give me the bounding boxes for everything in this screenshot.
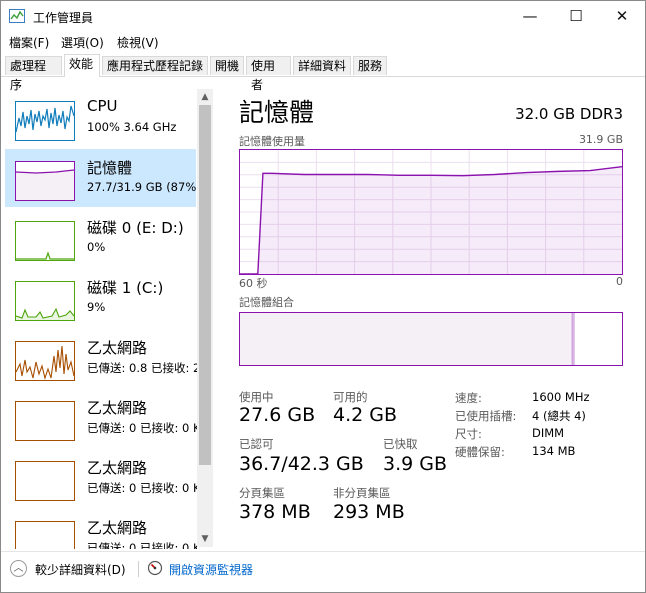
time-axis-end: 0 [616, 275, 623, 288]
committed-label: 已認可 [239, 437, 274, 451]
cached-label: 已快取 [383, 437, 418, 451]
sidebar-item-cpu[interactable]: CPU 100% 3.64 GHz [5, 89, 196, 147]
tab-users[interactable]: 使用者 [246, 56, 291, 92]
usage-graph-max: 31.9 GB [578, 133, 623, 146]
memory-usage-area [240, 166, 622, 274]
task-manager-icon [9, 9, 25, 23]
sidebar-item-disk-1[interactable]: 磁碟 1 (C:) 9% [5, 269, 196, 327]
memory-spec: 32.0 GB DDR3 [515, 105, 623, 123]
tab-services[interactable]: 服務 [353, 56, 387, 75]
cpu-thumbnail-graph [15, 101, 75, 141]
speed-value: 1600 MHz [532, 390, 590, 404]
chevron-up-icon[interactable]: ︿ [10, 560, 27, 577]
scroll-up-arrow-icon[interactable]: ▲ [197, 89, 213, 105]
sidebar-item-memory[interactable]: 記憶體 27.7/31.9 GB (87%) [5, 149, 197, 207]
resource-monitor-icon [147, 560, 163, 576]
sidebar-item-label: 乙太網路 [87, 519, 148, 537]
sidebar-item-detail: 已傳送: 0 已接收: 0 K [87, 541, 197, 549]
paged-pool-label: 分頁集區 [239, 486, 285, 500]
disk-thumbnail-graph [15, 221, 75, 261]
sidebar-item-label: 磁碟 0 (E: D:) [87, 219, 184, 237]
disk-thumbnail-graph [15, 281, 75, 321]
hardware-reserved-value: 134 MB [532, 444, 576, 458]
tab-app-history[interactable]: 應用程式歷程記錄 [102, 56, 208, 75]
available-value: 4.2 GB [333, 404, 398, 426]
sidebar-item-label: 乙太網路 [87, 459, 148, 477]
scroll-down-arrow-icon[interactable]: ▼ [197, 531, 213, 547]
page-title: 記憶體 [239, 98, 315, 127]
form-factor-value: DIMM [532, 426, 565, 440]
slots-value: 4 (總共 4) [532, 409, 586, 423]
minimize-button[interactable]: — [507, 1, 553, 31]
menu-bar: 檔案(F) 選項(O) 檢視(V) [1, 31, 645, 53]
memory-composition-bar [239, 312, 623, 366]
sidebar-item-detail: 27.7/31.9 GB (87%) [87, 180, 197, 194]
memory-usage-chart [240, 150, 622, 274]
fewer-details-button[interactable]: 較少詳細資料(D) [35, 561, 126, 578]
composition-standby [574, 313, 621, 365]
sidebar-item-ethernet[interactable]: 乙太網路 已傳送: 0 已接收: 0 K [5, 389, 197, 447]
committed-value: 36.7/42.3 GB [239, 453, 364, 475]
sidebar-item-detail: 已傳送: 0 已接收: 0 K [87, 481, 197, 495]
resource-sidebar: CPU 100% 3.64 GHz 記憶體 27.7/31.9 GB (87%)… [1, 77, 213, 549]
tab-startup[interactable]: 開機 [210, 56, 244, 75]
non-paged-pool-label: 非分頁集區 [333, 486, 391, 500]
available-label: 可用的 [333, 390, 368, 404]
sidebar-item-label: 磁碟 1 (C:) [87, 279, 164, 297]
footer-divider [138, 561, 139, 577]
time-axis-start: 60 秒 [239, 277, 268, 290]
paged-pool-value: 378 MB [239, 501, 311, 523]
tab-performance[interactable]: 效能 [64, 54, 100, 77]
footer-bar: ︿ 較少詳細資料(D) 開啟資源監視器 [1, 551, 645, 592]
hardware-reserved-label: 硬體保留: [455, 445, 505, 459]
task-manager-window: 工作管理員 — ☐ ✕ 檔案(F) 選項(O) 檢視(V) 處理程序 效能 應用… [0, 0, 646, 593]
sidebar-item-ethernet[interactable]: 乙太網路 已傳送: 0.8 已接收: 2 [5, 329, 197, 387]
window-title: 工作管理員 [33, 11, 94, 25]
non-paged-pool-value: 293 MB [333, 501, 405, 523]
menu-file[interactable]: 檔案(F) [9, 34, 49, 51]
ethernet-thumbnail-graph [15, 341, 75, 381]
sidebar-item-detail: 9% [87, 300, 106, 314]
close-button[interactable]: ✕ [599, 1, 645, 31]
sidebar-item-detail: 已傳送: 0 已接收: 0 K [87, 421, 197, 435]
speed-label: 速度: [455, 391, 482, 405]
scrollbar-thumb[interactable] [199, 105, 211, 465]
tab-processes[interactable]: 處理程序 [5, 56, 62, 92]
composition-label: 記憶體組合 [239, 296, 294, 309]
menu-view[interactable]: 檢視(V) [117, 34, 159, 51]
sidebar-item-ethernet[interactable]: 乙太網路 已傳送: 0 已接收: 0 K [5, 509, 197, 549]
sidebar-item-label: CPU [87, 97, 118, 115]
title-bar[interactable]: 工作管理員 — ☐ ✕ [1, 1, 645, 31]
slots-label: 已使用插槽: [455, 409, 517, 423]
sidebar-item-detail: 100% 3.64 GHz [87, 120, 177, 134]
memory-detail-panel: 記憶體 32.0 GB DDR3 記憶體使用量 31.9 GB 60 秒 0 記… [223, 77, 633, 547]
tab-details[interactable]: 詳細資料 [293, 56, 351, 75]
memory-composition-chart [240, 313, 621, 365]
in-use-label: 使用中 [239, 390, 274, 404]
ethernet-thumbnail-graph [15, 401, 75, 441]
composition-in-use [240, 313, 573, 365]
menu-options[interactable]: 選項(O) [61, 34, 104, 51]
cached-value: 3.9 GB [383, 453, 448, 475]
tab-strip: 處理程序 效能 應用程式歷程記錄 開機 使用者 詳細資料 服務 [1, 54, 645, 92]
ethernet-thumbnail-graph [15, 461, 75, 501]
sidebar-item-label: 乙太網路 [87, 339, 148, 357]
memory-usage-graph [239, 149, 623, 275]
usage-graph-label: 記憶體使用量 [239, 135, 305, 148]
ethernet-thumbnail-graph [15, 521, 75, 549]
form-factor-label: 尺寸: [455, 427, 482, 441]
sidebar-item-detail: 0% [87, 240, 106, 254]
sidebar-item-detail: 已傳送: 0.8 已接收: 2 [87, 361, 197, 375]
open-resource-monitor-link[interactable]: 開啟資源監視器 [169, 561, 253, 578]
memory-thumbnail-graph [15, 161, 75, 201]
sidebar-scrollbar[interactable]: ▲ ▼ [197, 89, 213, 547]
sidebar-item-label: 乙太網路 [87, 399, 148, 417]
maximize-button[interactable]: ☐ [553, 1, 599, 31]
sidebar-item-ethernet[interactable]: 乙太網路 已傳送: 0 已接收: 0 K [5, 449, 197, 507]
sidebar-item-disk-0[interactable]: 磁碟 0 (E: D:) 0% [5, 209, 196, 267]
in-use-value: 27.6 GB [239, 404, 316, 426]
sidebar-item-label: 記憶體 [87, 159, 133, 177]
